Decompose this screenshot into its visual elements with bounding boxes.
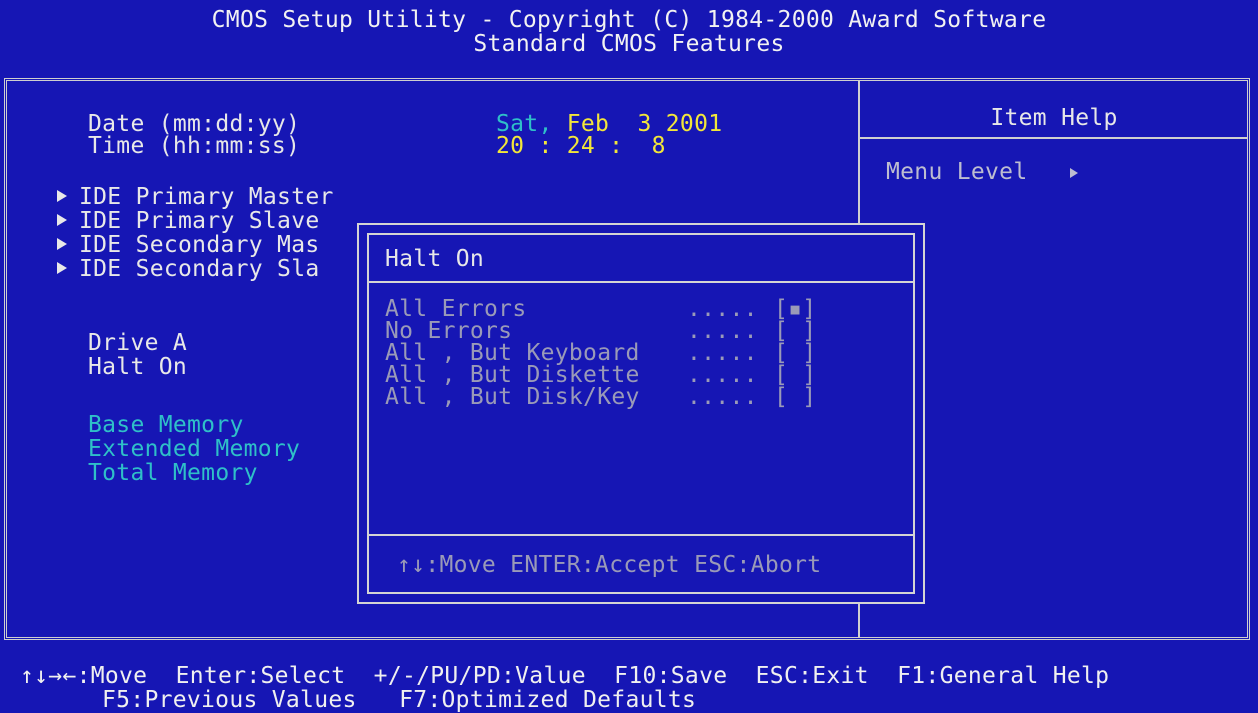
popup-option-all-but-disk-key[interactable]: All , But Disk/Key [385,385,640,409]
header-title: CMOS Setup Utility - Copyright (C) 1984-… [211,7,1047,33]
menu-item-ide-secondary-slave[interactable]: IDE Secondary Sla [57,257,320,281]
menu-level-label: Menu Level [886,159,1028,185]
menu-item-label: IDE Primary Master [79,184,334,210]
footer-keys-line1: ↑↓→←:Move Enter:Select +/-/PU/PD:Value F… [20,663,1110,689]
drive-a-label[interactable]: Drive A [88,331,187,355]
base-memory-label: Base Memory [88,412,244,438]
menu-item-ide-primary-slave[interactable]: IDE Primary Slave [57,209,320,233]
popup-title-divider [369,281,913,283]
option-dots: ..... [687,384,758,410]
option-label: All , But Disk/Key [385,384,640,410]
header-subtitle: Standard CMOS Features [473,31,785,57]
popup-hint: ↑↓:Move ENTER:Accept ESC:Abort [397,552,822,578]
submenu-arrow-icon [57,214,67,226]
help-title-divider [860,137,1248,139]
item-help-title: Item Help [990,105,1118,131]
menu-item-label: IDE Secondary Sla [79,256,320,282]
option-radio[interactable]: [ ] [774,385,816,409]
popup-inner-frame: Halt On All Errors ..... [▪] No Errors .… [367,233,915,594]
popup-title: Halt On [385,246,485,272]
time-value[interactable]: 20 : 24 : 8 [496,134,666,158]
menu-level: Menu Level [886,160,1078,184]
menu-item-label: IDE Secondary Mas [79,232,320,258]
total-memory-label: Total Memory [88,460,258,486]
footer-keys-line2: F5:Previous Values F7:Optimized Defaults [102,687,697,713]
extended-memory-label: Extended Memory [88,436,301,462]
menu-item-label: IDE Primary Slave [79,208,320,234]
popup-hint-divider [369,534,913,536]
menu-item-ide-secondary-master[interactable]: IDE Secondary Mas [57,233,320,257]
submenu-arrow-icon [57,262,67,274]
submenu-arrow-icon [57,238,67,250]
time-label: Time (hh:mm:ss) [88,133,301,159]
menu-item-ide-primary-master[interactable]: IDE Primary Master [57,185,334,209]
halt-on-popup: Halt On All Errors ..... [▪] No Errors .… [357,223,925,604]
menu-level-arrow-icon [1069,168,1078,178]
halt-on-label[interactable]: Halt On [88,355,187,379]
submenu-arrow-icon [57,190,67,202]
